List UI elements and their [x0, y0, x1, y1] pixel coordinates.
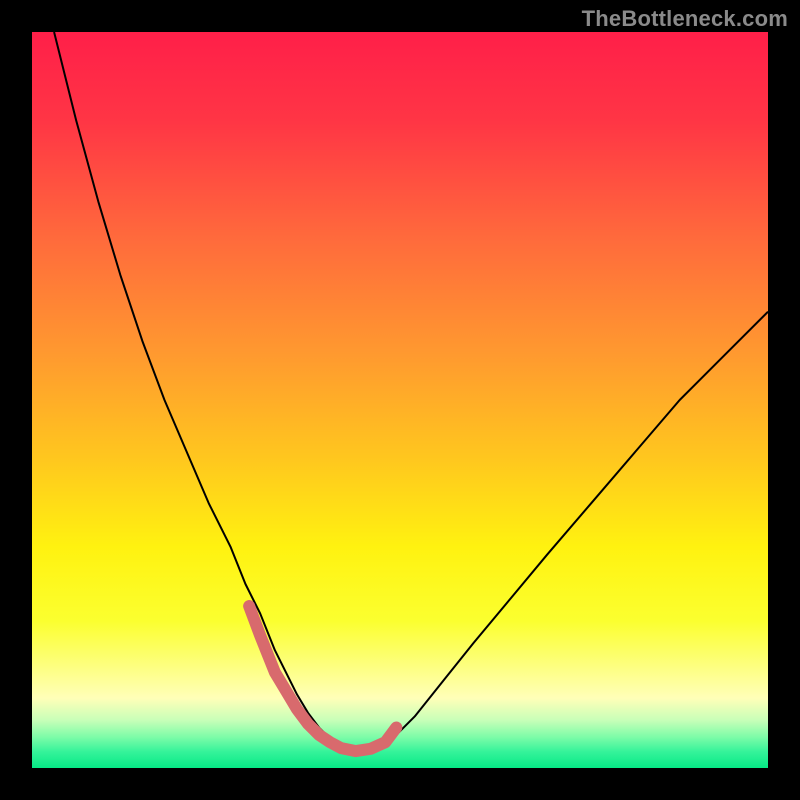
curve-layer — [32, 32, 768, 768]
watermark-text: TheBottleneck.com — [582, 6, 788, 32]
series-bottleneck-curve — [54, 32, 768, 751]
plot-area — [32, 32, 768, 768]
chart-frame: TheBottleneck.com — [0, 0, 800, 800]
series-highlight-region — [249, 606, 396, 751]
